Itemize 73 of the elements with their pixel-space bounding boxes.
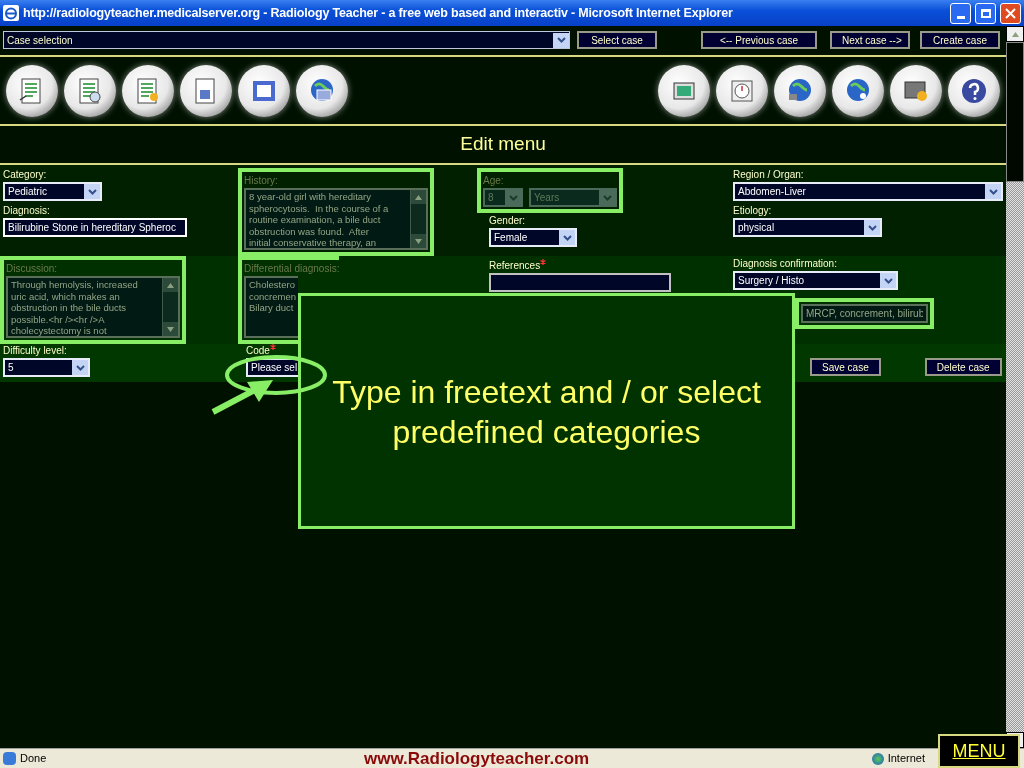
field-label: Gender: <box>489 214 526 228</box>
text-line: obstruction was found. After <box>249 225 370 237</box>
browser-icon <box>3 5 19 21</box>
text-line: spherocytosis. In the course of a <box>249 202 390 214</box>
field-label: Region / Organ: <box>733 168 804 182</box>
page-icon <box>3 752 16 765</box>
text-line: concremen <box>249 290 295 302</box>
window-gear-icon[interactable] <box>890 64 942 117</box>
zone-text: Internet <box>887 751 925 767</box>
text-line: possible.<hr /><hr />A <box>11 313 106 325</box>
dropdown-field[interactable]: Female <box>489 228 577 247</box>
scroll-down-icon[interactable] <box>167 326 174 332</box>
text-line: Through hemolysis, increased <box>11 279 139 291</box>
window-title: http://radiologyteacher.medicalserver.org - Radiology Teacher - a free web based and interactiv - Microsoft Internet Explorer <box>23 4 734 22</box>
text-line: cholecystectomy is not <box>11 325 108 336</box>
field-label: Difficulty level: <box>3 344 67 358</box>
field-label: Category: <box>3 168 47 182</box>
scrollbar[interactable] <box>1006 26 1024 748</box>
field-label: Diagnosis: <box>3 204 50 218</box>
field-label: References <box>489 259 541 273</box>
field-label: Diagnosis confirmation: <box>733 257 837 271</box>
field-label: Differential diagnosis: <box>244 262 340 276</box>
monitor-icon[interactable] <box>658 64 710 117</box>
close-icon <box>1005 7 1016 19</box>
field-label: Discussion: <box>6 262 58 276</box>
text-line: Cholestero <box>249 279 295 291</box>
action-button[interactable]: Save case <box>810 358 881 376</box>
document-gear-icon[interactable] <box>122 64 174 117</box>
toolbar-button[interactable]: Next case --> <box>830 31 910 49</box>
toolbar-button[interactable]: Create case <box>920 31 1000 49</box>
help-icon[interactable] <box>948 64 1000 117</box>
dropdown-field[interactable]: Abdomen-Liver <box>733 182 1003 201</box>
text-line: obstruction in the bile ducts <box>11 302 128 314</box>
dropdown-field[interactable]: 5 <box>3 358 90 377</box>
clock-icon[interactable] <box>716 64 768 117</box>
site-address: www.Radiologyteacher.com <box>364 747 590 768</box>
toolbar-button[interactable]: <-- Previous case <box>701 31 817 49</box>
scroll-up-icon[interactable] <box>415 194 422 200</box>
case-selection-dropdown[interactable]: Case selection <box>3 31 570 49</box>
status-text: Done <box>20 751 48 767</box>
scroll-down-icon[interactable] <box>415 238 422 244</box>
dropdown-field[interactable]: Surgery / Histo <box>733 271 898 290</box>
globe-monitor-icon[interactable] <box>296 64 348 117</box>
dropdown-field[interactable]: physical <box>733 218 882 237</box>
text-line: routine examination, a bile duct <box>249 214 382 226</box>
input-field[interactable] <box>489 273 671 292</box>
minimize-icon <box>956 15 965 19</box>
section-heading: Edit menu <box>460 132 546 157</box>
scroll-up-icon[interactable] <box>167 282 174 288</box>
field-label: Code <box>246 344 270 358</box>
text-field[interactable]: Bilirubine Stone in hereditary Spheroc <box>3 218 187 237</box>
required-asterisk-icon <box>540 259 547 265</box>
scroll-thumb[interactable] <box>1006 42 1024 182</box>
close-button[interactable] <box>1000 2 1021 24</box>
toolbar-button[interactable]: Select case <box>577 31 657 49</box>
minimize-button[interactable] <box>950 2 971 24</box>
field-label: History: <box>244 174 278 188</box>
action-button[interactable]: Delete case <box>924 358 1002 376</box>
text-line: 8 year-old girl with hereditary <box>249 191 372 203</box>
menu-button[interactable]: MENU <box>938 734 1020 768</box>
maximize-button[interactable] <box>975 2 996 24</box>
pointer-arrow <box>211 378 275 415</box>
callout-text: Type in freetext and / or select predefined categories <box>331 373 762 452</box>
text-line: initial conservative therapy, an <box>249 237 378 248</box>
restore-icon <box>980 8 991 18</box>
field-label: Etiology: <box>733 204 772 218</box>
required-asterisk-icon <box>269 344 276 350</box>
globe-icon <box>871 752 884 765</box>
text-line: Bilary duct <box>249 302 295 314</box>
dropdown-field[interactable]: Pediatric <box>3 182 102 201</box>
text-line: uric acid, which makes an <box>11 290 121 302</box>
document-list-icon[interactable] <box>6 64 58 117</box>
field-label: Age: <box>483 174 504 188</box>
